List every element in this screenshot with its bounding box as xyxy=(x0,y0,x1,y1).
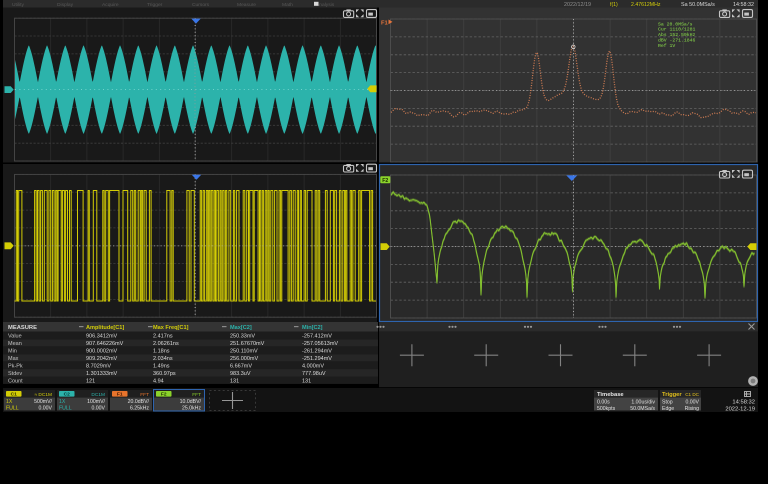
svg-text:131: 131 xyxy=(230,378,239,384)
svg-text:F2: F2 xyxy=(161,392,167,398)
svg-text:121: 121 xyxy=(86,378,95,384)
svg-text:250.33mV: 250.33mV xyxy=(230,334,255,340)
svg-text:2.034ns: 2.034ns xyxy=(153,356,173,362)
svg-text:DC1M: DC1M xyxy=(91,392,105,398)
svg-text:Math: Math xyxy=(282,2,293,8)
svg-text:900.0002mV: 900.0002mV xyxy=(86,349,118,355)
svg-text:≈ DC1M: ≈ DC1M xyxy=(34,392,52,398)
svg-text:FFT: FFT xyxy=(192,392,201,398)
svg-text:Amplitude[C1]: Amplitude[C1] xyxy=(86,325,124,331)
svg-text:dBV -271.1846: dBV -271.1846 xyxy=(658,38,696,44)
svg-text:Min[C2]: Min[C2] xyxy=(302,325,323,331)
svg-text:6.667mV: 6.667mV xyxy=(230,363,252,369)
svg-text:4.94: 4.94 xyxy=(153,378,164,384)
svg-text:f(1): f(1) xyxy=(610,2,618,8)
svg-text:2.47612MHz: 2.47612MHz xyxy=(631,2,661,8)
svg-text:F1: F1 xyxy=(381,21,389,27)
svg-text:907.646226mV: 907.646226mV xyxy=(86,341,124,347)
svg-text:20.0dBV/: 20.0dBV/ xyxy=(128,399,150,405)
svg-text:Mean: Mean xyxy=(8,341,22,347)
svg-text:4.000mV: 4.000mV xyxy=(302,363,324,369)
svg-text:FULL: FULL xyxy=(6,406,19,412)
svg-text:Edge: Edge xyxy=(662,406,674,412)
svg-text:1X: 1X xyxy=(6,399,13,405)
svg-text:Max: Max xyxy=(8,356,19,362)
svg-text:Measure: Measure xyxy=(237,2,256,8)
svg-text:Cur 1110/1281: Cur 1110/1281 xyxy=(658,27,696,33)
svg-text:2.06261ns: 2.06261ns xyxy=(153,341,179,347)
svg-text:-257.05613mV: -257.05613mV xyxy=(302,341,338,347)
svg-text:Value: Value xyxy=(8,334,22,340)
svg-text:131: 131 xyxy=(302,378,311,384)
svg-text:906.3412mV: 906.3412mV xyxy=(86,334,118,340)
svg-text:Pk-Pk: Pk-Pk xyxy=(8,363,23,369)
svg-text:-261.294mV: -261.294mV xyxy=(302,349,332,355)
svg-text:Count: Count xyxy=(8,378,23,384)
svg-text:0.00V: 0.00V xyxy=(38,406,52,412)
svg-text:360.97ps: 360.97ps xyxy=(153,371,176,377)
svg-text:FFT: FFT xyxy=(140,392,149,398)
svg-text:F2: F2 xyxy=(382,178,388,184)
svg-text:8.7029mV: 8.7029mV xyxy=(86,363,111,369)
svg-text:2022-12-19: 2022-12-19 xyxy=(725,406,755,412)
svg-text:1.00us/div: 1.00us/div xyxy=(631,399,655,405)
svg-text:0.00V: 0.00V xyxy=(91,406,105,412)
svg-text:2022/12/19: 2022/12/19 xyxy=(564,2,591,8)
svg-text:C1: C1 xyxy=(11,392,17,398)
svg-text:Utility: Utility xyxy=(12,2,25,8)
svg-text:Timebase: Timebase xyxy=(597,392,624,398)
svg-text:Min: Min xyxy=(8,349,17,355)
svg-text:14:58:32: 14:58:32 xyxy=(732,400,755,406)
svg-text:251.67670mV: 251.67670mV xyxy=(230,341,265,347)
svg-text:Acquire: Acquire xyxy=(102,2,119,8)
svg-text:6.25kHz: 6.25kHz xyxy=(130,406,149,412)
svg-text:1X: 1X xyxy=(59,399,66,405)
svg-text:256.000mV: 256.000mV xyxy=(230,356,258,362)
svg-text:Sa 50.0MSa/s: Sa 50.0MSa/s xyxy=(681,2,715,8)
svg-text:Trigger: Trigger xyxy=(662,392,682,398)
svg-text:1.301333mV: 1.301333mV xyxy=(86,371,118,377)
svg-text:25.0kHz: 25.0kHz xyxy=(182,406,201,412)
svg-text:-251.294mV: -251.294mV xyxy=(302,356,332,362)
svg-text:C2: C2 xyxy=(64,392,70,398)
svg-text:Sa 20.0MSa/s: Sa 20.0MSa/s xyxy=(658,21,693,27)
svg-text:250.110mV: 250.110mV xyxy=(230,349,258,355)
svg-text:Max Freq[C1]: Max Freq[C1] xyxy=(153,325,189,331)
svg-text:14:58:32: 14:58:32 xyxy=(733,2,754,8)
svg-text:10.0dBV/: 10.0dBV/ xyxy=(180,399,202,405)
svg-text:Abs 152.59kHz: Abs 152.59kHz xyxy=(658,32,696,38)
svg-text:909.2042mV: 909.2042mV xyxy=(86,356,118,362)
svg-text:Cursors: Cursors xyxy=(192,2,210,8)
svg-text:50.0MSa/s: 50.0MSa/s xyxy=(630,406,655,412)
svg-text:500kpts: 500kpts xyxy=(597,406,616,412)
svg-text:-257.412mV: -257.412mV xyxy=(302,334,332,340)
svg-text:MEASURE: MEASURE xyxy=(8,325,37,331)
svg-text:Stdev: Stdev xyxy=(8,371,22,377)
svg-text:100mV/: 100mV/ xyxy=(87,399,105,405)
svg-text:2.417ns: 2.417ns xyxy=(153,334,173,340)
svg-text:Rising: Rising xyxy=(685,406,700,412)
svg-text:Ref 1V: Ref 1V xyxy=(658,43,675,49)
svg-text:FULL: FULL xyxy=(59,406,72,412)
svg-text:0.00s: 0.00s xyxy=(597,399,610,405)
svg-text:0.00V: 0.00V xyxy=(685,399,699,405)
svg-text:C1 DC: C1 DC xyxy=(685,392,699,397)
svg-text:Stop: Stop xyxy=(662,399,673,405)
svg-text:Analysis: Analysis xyxy=(316,2,335,8)
svg-text:777.98uV: 777.98uV xyxy=(302,371,326,377)
svg-text:Trigger: Trigger xyxy=(147,2,163,8)
svg-text:Max[C2]: Max[C2] xyxy=(230,325,252,331)
svg-text:983.3uV: 983.3uV xyxy=(230,371,251,377)
svg-text:500mV/: 500mV/ xyxy=(34,399,52,405)
svg-text:Display: Display xyxy=(57,2,74,8)
svg-text:1.49ns: 1.49ns xyxy=(153,363,170,369)
svg-text:F1: F1 xyxy=(117,392,123,398)
svg-text:1.18ns: 1.18ns xyxy=(153,349,170,355)
